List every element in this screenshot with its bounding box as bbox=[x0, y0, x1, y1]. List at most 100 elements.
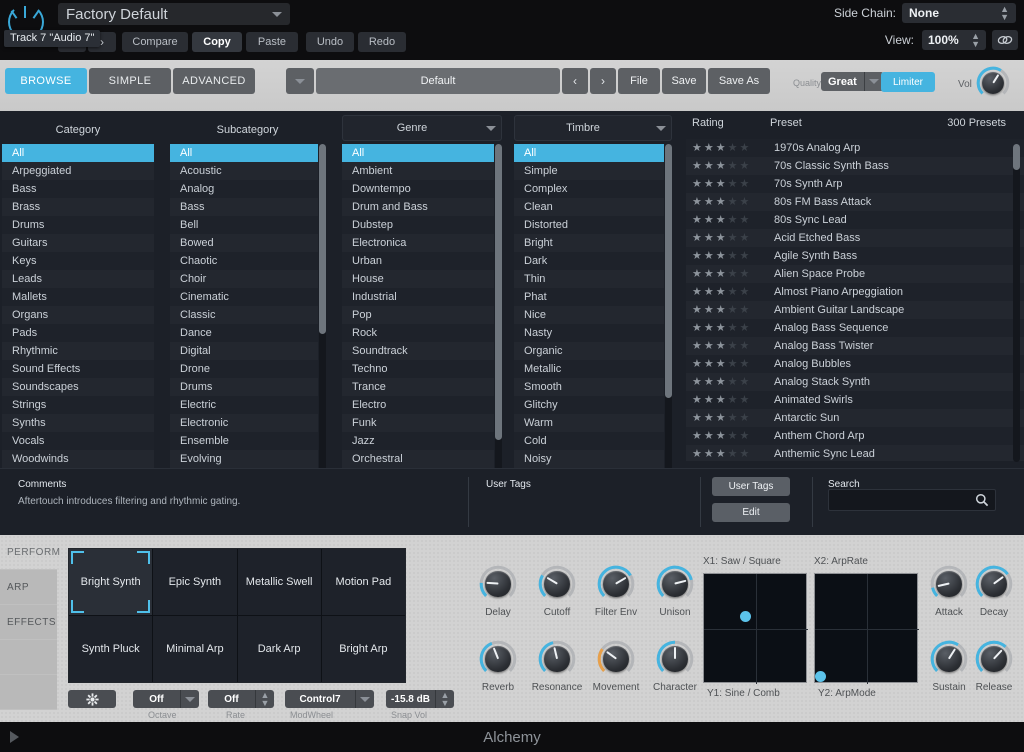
star-icon[interactable]: ★ bbox=[740, 268, 750, 280]
star-icon[interactable]: ★ bbox=[704, 214, 714, 226]
master-volume-dial[interactable] bbox=[976, 66, 1010, 100]
timbre-item[interactable]: Smooth bbox=[514, 378, 664, 396]
star-icon[interactable]: ★ bbox=[728, 412, 738, 424]
star-icon[interactable]: ★ bbox=[740, 160, 750, 172]
timbre-item[interactable]: Clean bbox=[514, 198, 664, 216]
star-icon[interactable]: ★ bbox=[704, 412, 714, 424]
rating-stars[interactable]: ★ ★ ★ ★ ★ bbox=[686, 376, 766, 388]
star-icon[interactable]: ★ bbox=[740, 142, 750, 154]
subcategory-item[interactable]: Bass bbox=[170, 198, 318, 216]
category-item[interactable]: Guitars bbox=[2, 234, 154, 252]
star-icon[interactable]: ★ bbox=[740, 304, 750, 316]
star-icon[interactable]: ★ bbox=[728, 322, 738, 334]
knob-dial[interactable] bbox=[479, 565, 517, 603]
timbre-list[interactable]: All Simple Complex Clean Distorted Bright Dark… bbox=[514, 144, 664, 472]
snap-vol-stepper[interactable]: -15.8 dB ▲ ▼ bbox=[386, 690, 454, 708]
quality-select[interactable]: Great bbox=[821, 72, 884, 91]
star-icon[interactable]: ★ bbox=[704, 196, 714, 208]
xy-pad-handle[interactable] bbox=[740, 611, 752, 623]
knob-dial[interactable] bbox=[975, 640, 1013, 678]
star-icon[interactable]: ★ bbox=[704, 322, 714, 334]
knob-reverb[interactable]: Reverb bbox=[470, 640, 526, 693]
knob-decay[interactable]: Decay bbox=[968, 565, 1020, 618]
star-icon[interactable]: ★ bbox=[704, 160, 714, 172]
preset-row[interactable]: ★ ★ ★ ★ ★ Analog Stack Synth bbox=[686, 373, 1024, 391]
star-icon[interactable]: ★ bbox=[716, 358, 726, 370]
rating-stars[interactable]: ★ ★ ★ ★ ★ bbox=[686, 412, 766, 424]
star-icon[interactable]: ★ bbox=[728, 232, 738, 244]
category-item[interactable]: Rhythmic bbox=[2, 342, 154, 360]
knob-unison[interactable]: Unison bbox=[647, 565, 703, 618]
star-icon[interactable]: ★ bbox=[692, 322, 702, 334]
rating-stars[interactable]: ★ ★ ★ ★ ★ bbox=[686, 142, 766, 154]
knob-dial[interactable] bbox=[597, 640, 635, 678]
knob-filter-env[interactable]: Filter Env bbox=[588, 565, 644, 618]
star-icon[interactable]: ★ bbox=[692, 448, 702, 460]
timbre-item[interactable]: Phat bbox=[514, 288, 664, 306]
rating-stars[interactable]: ★ ★ ★ ★ ★ bbox=[686, 250, 766, 262]
scrollbar-thumb[interactable] bbox=[1013, 144, 1020, 170]
genre-item[interactable]: Jazz bbox=[342, 432, 494, 450]
knob-resonance[interactable]: Resonance bbox=[529, 640, 585, 693]
star-icon[interactable]: ★ bbox=[740, 286, 750, 298]
star-icon[interactable]: ★ bbox=[692, 340, 702, 352]
timbre-item[interactable]: Warm bbox=[514, 414, 664, 432]
star-icon[interactable]: ★ bbox=[692, 160, 702, 172]
star-icon[interactable]: ★ bbox=[728, 196, 738, 208]
preset-row[interactable]: ★ ★ ★ ★ ★ Almost Piano Arpeggiation bbox=[686, 283, 1024, 301]
preset-row[interactable]: ★ ★ ★ ★ ★ Animated Swirls bbox=[686, 391, 1024, 409]
star-icon[interactable]: ★ bbox=[740, 196, 750, 208]
rating-stars[interactable]: ★ ★ ★ ★ ★ bbox=[686, 340, 766, 352]
preset-row[interactable]: ★ ★ ★ ★ ★ Anthem Chord Arp bbox=[686, 427, 1024, 445]
subcategory-item[interactable]: Choir bbox=[170, 270, 318, 288]
category-item[interactable]: Synths bbox=[2, 414, 154, 432]
category-item[interactable]: Leads bbox=[2, 270, 154, 288]
column-header-genre[interactable]: Genre bbox=[342, 115, 502, 141]
genre-item[interactable]: Rock bbox=[342, 324, 494, 342]
knob-delay[interactable]: Delay bbox=[470, 565, 526, 618]
timbre-item[interactable]: All bbox=[514, 144, 664, 162]
genre-item[interactable]: Drum and Bass bbox=[342, 198, 494, 216]
limiter-toggle[interactable]: Limiter bbox=[881, 72, 935, 92]
gear-icon[interactable] bbox=[68, 690, 116, 708]
subcategory-item[interactable]: Acoustic bbox=[170, 162, 318, 180]
timbre-item[interactable]: Simple bbox=[514, 162, 664, 180]
timbre-scrollbar[interactable] bbox=[665, 144, 672, 472]
star-icon[interactable]: ★ bbox=[704, 232, 714, 244]
star-icon[interactable]: ★ bbox=[728, 358, 738, 370]
rate-stepper[interactable]: Off ▲ ▼ bbox=[208, 690, 274, 708]
star-icon[interactable]: ★ bbox=[692, 214, 702, 226]
star-icon[interactable]: ★ bbox=[716, 412, 726, 424]
subcategory-item[interactable]: All bbox=[170, 144, 318, 162]
preset-prev-button[interactable]: ‹ bbox=[562, 68, 588, 94]
category-item[interactable]: Strings bbox=[2, 396, 154, 414]
preset-next-button[interactable]: › bbox=[590, 68, 616, 94]
star-icon[interactable]: ★ bbox=[692, 412, 702, 424]
search-input-wrap[interactable] bbox=[828, 489, 996, 512]
subcategory-scrollbar[interactable] bbox=[319, 144, 326, 472]
preset-row[interactable]: ★ ★ ★ ★ ★ Anthemic Sync Lead bbox=[686, 445, 1024, 461]
star-icon[interactable]: ★ bbox=[728, 430, 738, 442]
star-icon[interactable]: ★ bbox=[692, 178, 702, 190]
star-icon[interactable]: ★ bbox=[716, 232, 726, 244]
star-icon[interactable]: ★ bbox=[728, 286, 738, 298]
tab-simple[interactable]: SIMPLE bbox=[89, 68, 171, 94]
tab-browse[interactable]: BROWSE bbox=[5, 68, 87, 94]
comments-text[interactable]: Aftertouch introduces filtering and rhyt… bbox=[18, 496, 240, 507]
link-chain-icon[interactable] bbox=[992, 30, 1018, 50]
star-icon[interactable]: ★ bbox=[740, 178, 750, 190]
star-icon[interactable]: ★ bbox=[716, 196, 726, 208]
preset-row[interactable]: ★ ★ ★ ★ ★ Analog Bubbles bbox=[686, 355, 1024, 373]
star-icon[interactable]: ★ bbox=[704, 376, 714, 388]
sidetab-effects[interactable]: EFFECTS bbox=[0, 605, 57, 640]
knob-dial[interactable] bbox=[930, 640, 968, 678]
star-icon[interactable]: ★ bbox=[728, 142, 738, 154]
category-item[interactable]: Pads bbox=[2, 324, 154, 342]
genre-item[interactable]: Industrial bbox=[342, 288, 494, 306]
preset-row[interactable]: ★ ★ ★ ★ ★ Agile Synth Bass bbox=[686, 247, 1024, 265]
performance-pad[interactable]: Motion Pad bbox=[321, 549, 405, 615]
star-icon[interactable]: ★ bbox=[692, 142, 702, 154]
subcategory-item[interactable]: Bowed bbox=[170, 234, 318, 252]
genre-item[interactable]: Dubstep bbox=[342, 216, 494, 234]
preset-field[interactable]: Default bbox=[316, 68, 560, 94]
